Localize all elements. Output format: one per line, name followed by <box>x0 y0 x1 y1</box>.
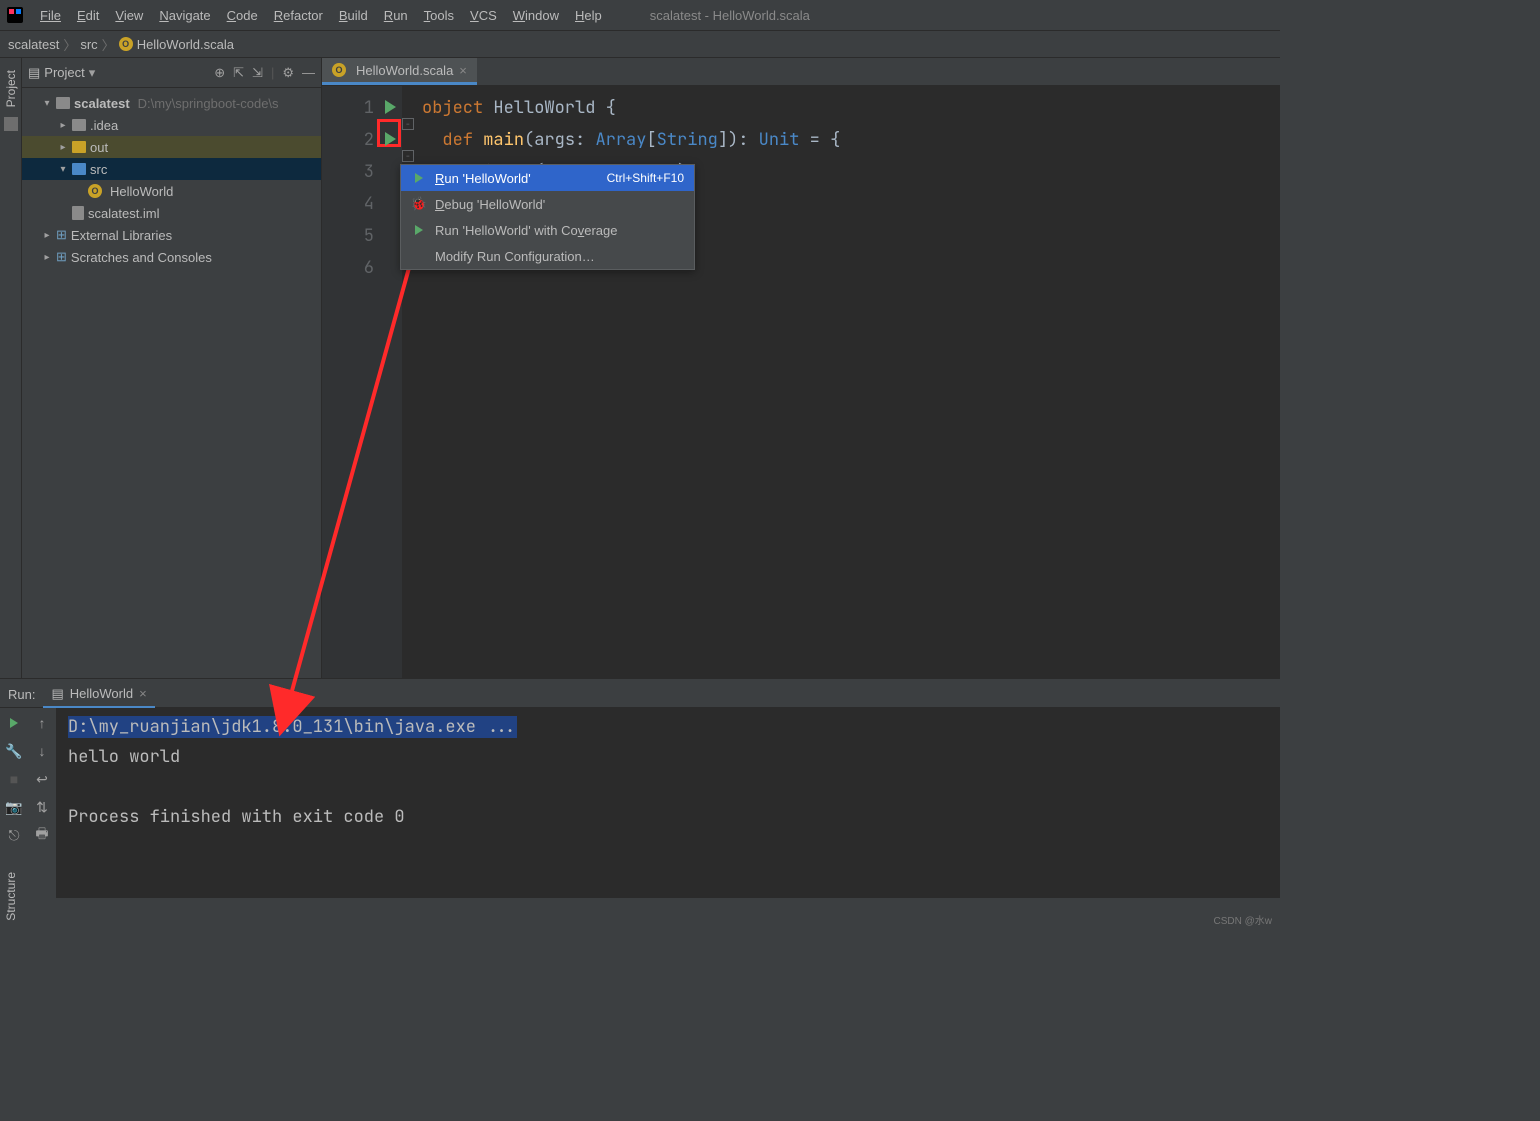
project-tool-tab[interactable]: Project <box>4 66 18 111</box>
folder-icon <box>72 141 86 153</box>
breadcrumb-root[interactable]: scalatest <box>8 37 59 52</box>
scala-object-icon: O <box>119 37 133 51</box>
run-config-tab[interactable]: ▤ HelloWorld × <box>43 682 154 708</box>
scala-object-icon: O <box>88 184 102 198</box>
window-title: scalatest - HelloWorld.scala <box>650 8 810 23</box>
context-menu-item[interactable]: Run 'HelloWorld'Ctrl+Shift+F10 <box>401 165 694 191</box>
gear-icon[interactable]: ⚙ <box>282 65 294 81</box>
tree-item[interactable]: OHelloWorld <box>22 180 321 202</box>
tree-item[interactable]: ▾src <box>22 158 321 180</box>
menu-help[interactable]: Help <box>567 8 610 23</box>
menu-window[interactable]: Window <box>505 8 567 23</box>
run-gutter-icon[interactable] <box>385 100 396 114</box>
tree-item[interactable]: scalatest.iml <box>22 202 321 224</box>
console-output[interactable]: D:\my_ruanjian\jdk1.8.0_131\bin\java.exe… <box>56 708 1280 898</box>
bug-icon: 🐞 <box>411 196 427 212</box>
gutter-context-menu: Run 'HelloWorld'Ctrl+Shift+F10🐞Debug 'He… <box>400 164 695 270</box>
folder-icon <box>72 119 86 131</box>
run-gutter-icon[interactable] <box>385 132 396 146</box>
menu-tools[interactable]: Tools <box>416 8 462 23</box>
project-panel-icon: ▤ <box>28 65 40 81</box>
scroll-icon[interactable]: ⇅ <box>33 798 51 816</box>
fold-icon[interactable]: − <box>402 118 414 130</box>
tree-item[interactable]: ▸⊞ Scratches and Consoles <box>22 246 321 268</box>
close-icon[interactable]: × <box>139 686 147 701</box>
run-toolbar-secondary: ↑ ↓ ↩ ⇅ 🖶 <box>28 708 56 898</box>
main-area: Project ▤ Project ▾ ⊕ ⇱ ⇲ | ⚙ — ▾ scal <box>0 58 1280 678</box>
menu-view[interactable]: View <box>107 8 151 23</box>
tree-item[interactable]: ▸⊞ External Libraries <box>22 224 321 246</box>
editor-tab-label: HelloWorld.scala <box>356 63 453 78</box>
project-panel-header: ▤ Project ▾ ⊕ ⇱ ⇲ | ⚙ — <box>22 58 321 88</box>
breadcrumb: scalatest 〉 src 〉 O HelloWorld.scala <box>0 30 1280 58</box>
menu-vcs[interactable]: VCS <box>462 8 505 23</box>
down-icon[interactable]: ↓ <box>33 742 51 760</box>
project-tree[interactable]: ▾ scalatest D:\my\springboot-code\s ▸.id… <box>22 88 321 272</box>
scala-object-icon: O <box>332 63 346 77</box>
chevron-right-icon: 〉 <box>59 35 80 54</box>
menu-refactor[interactable]: Refactor <box>266 8 331 23</box>
run-tab-icon: ▤ <box>51 686 63 702</box>
tool-button[interactable] <box>4 117 18 131</box>
expand-icon[interactable]: ⇱ <box>233 65 244 81</box>
close-icon[interactable]: × <box>459 63 467 78</box>
up-icon[interactable]: ↑ <box>33 714 51 732</box>
left-tool-strip: Project <box>0 58 22 678</box>
file-icon <box>72 206 84 220</box>
project-panel: ▤ Project ▾ ⊕ ⇱ ⇲ | ⚙ — ▾ scalatest D:\m… <box>22 58 322 678</box>
run-panel-header: Run: ▤ HelloWorld × <box>0 682 1280 708</box>
chevron-down-icon[interactable]: ▾ <box>89 65 96 81</box>
fold-icon[interactable]: − <box>402 150 414 162</box>
run-icon <box>411 170 427 186</box>
breadcrumb-file[interactable]: HelloWorld.scala <box>137 37 234 52</box>
scratch-icon: ⊞ <box>56 249 67 265</box>
menu-build[interactable]: Build <box>331 8 376 23</box>
app-logo-icon <box>6 6 24 24</box>
gutter-line[interactable]: 5 <box>322 220 402 252</box>
gutter-line[interactable]: 1 <box>322 92 402 124</box>
code-line[interactable]: −object HelloWorld { <box>402 92 1280 124</box>
gutter-line[interactable]: 6 <box>322 252 402 284</box>
watermark: CSDN @水w <box>1214 912 1273 927</box>
run-panel-body: 🔧 ■ 📷 ⎋ ↑ ↓ ↩ ⇅ 🖶 D:\my_ruanjian\jdk1.8.… <box>0 708 1280 898</box>
lib-icon: ⊞ <box>56 227 67 243</box>
module-icon <box>56 97 70 109</box>
menu-run[interactable]: Run <box>376 8 416 23</box>
folder-icon <box>72 163 86 175</box>
hide-icon[interactable]: — <box>302 65 315 81</box>
run-tab-label: HelloWorld <box>70 686 133 701</box>
menu-navigate[interactable]: Navigate <box>151 8 218 23</box>
context-menu-item[interactable]: Modify Run Configuration… <box>401 243 694 269</box>
structure-tool-tab[interactable]: Structure <box>4 868 18 925</box>
tree-item[interactable]: ▸out <box>22 136 321 158</box>
rerun-icon[interactable] <box>5 714 23 732</box>
breadcrumb-src[interactable]: src <box>80 37 97 52</box>
gutter-line[interactable]: 3 <box>322 156 402 188</box>
gutter-line[interactable]: 4 <box>322 188 402 220</box>
menu-file[interactable]: File <box>32 8 69 23</box>
editor-tab[interactable]: O HelloWorld.scala × <box>322 58 477 85</box>
tree-root[interactable]: ▾ scalatest D:\my\springboot-code\s <box>22 92 321 114</box>
print-icon[interactable]: 🖶 <box>33 826 51 844</box>
project-panel-title: Project <box>44 65 84 80</box>
gutter-line[interactable]: 2 <box>322 124 402 156</box>
menu-bar: File Edit View Navigate Code Refactor Bu… <box>0 0 1280 30</box>
editor-tabs: O HelloWorld.scala × <box>322 58 1280 86</box>
soft-wrap-icon[interactable]: ↩ <box>33 770 51 788</box>
code-line[interactable]: − def main(args: Array[String]): Unit = … <box>402 124 1280 156</box>
chevron-right-icon: 〉 <box>98 35 119 54</box>
editor-gutter[interactable]: 123456 <box>322 86 402 678</box>
context-menu-item[interactable]: Run 'HelloWorld' with Coverage <box>401 217 694 243</box>
locate-icon[interactable]: ⊕ <box>214 65 225 81</box>
run-label: Run: <box>8 687 35 702</box>
editor-area: O HelloWorld.scala × 123456 −object Hell… <box>322 58 1280 678</box>
menu-code[interactable]: Code <box>219 8 266 23</box>
tree-item[interactable]: ▸.idea <box>22 114 321 136</box>
coverage-icon <box>411 222 427 238</box>
context-menu-item[interactable]: 🐞Debug 'HelloWorld' <box>401 191 694 217</box>
menu-edit[interactable]: Edit <box>69 8 107 23</box>
collapse-icon[interactable]: ⇲ <box>252 65 263 81</box>
